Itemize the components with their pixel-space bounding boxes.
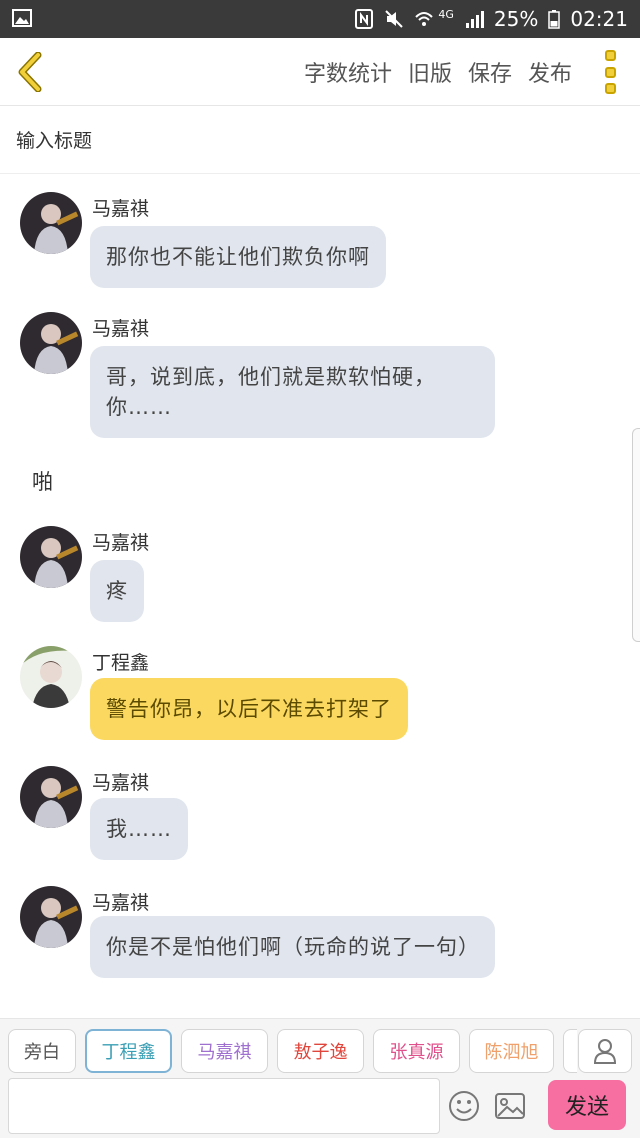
narration-text[interactable]: 啪 bbox=[32, 466, 53, 496]
role-narrator[interactable]: 旁白 bbox=[8, 1029, 76, 1073]
picture-icon[interactable] bbox=[494, 1092, 526, 1120]
message-input[interactable] bbox=[8, 1078, 440, 1134]
save-button[interactable]: 保存 bbox=[468, 56, 512, 88]
role-label: 敖子逸 bbox=[293, 1042, 348, 1063]
chat-area[interactable]: 马嘉祺 那你也不能让他们欺负你啊 马嘉祺 哥，说到底，他们就是欺软怕硬，你…… … bbox=[0, 174, 640, 1008]
input-bar: 发送 bbox=[0, 1076, 640, 1138]
old-version-button[interactable]: 旧版 bbox=[408, 56, 452, 88]
role-label: 旁白 bbox=[24, 1042, 60, 1063]
avatar bbox=[20, 886, 82, 948]
message-bubble[interactable]: 警告你昂，以后不准去打架了 bbox=[90, 678, 408, 740]
publish-button[interactable]: 发布 bbox=[528, 56, 572, 88]
role-ao-ziyi[interactable]: 敖子逸 bbox=[277, 1029, 364, 1073]
speaker-name: 马嘉祺 bbox=[92, 198, 150, 220]
avatar bbox=[20, 192, 82, 254]
role-label: 丁程鑫 bbox=[101, 1042, 156, 1063]
speaker-name: 马嘉祺 bbox=[92, 772, 150, 794]
avatar bbox=[20, 312, 82, 374]
title-row bbox=[0, 106, 640, 174]
mute-icon bbox=[385, 10, 404, 28]
user-icon bbox=[593, 1039, 617, 1064]
speaker-name: 马嘉祺 bbox=[92, 892, 150, 914]
avatar bbox=[20, 646, 82, 708]
image-icon bbox=[12, 9, 32, 27]
role-zhang-zhenyuan[interactable]: 张真源 bbox=[373, 1029, 460, 1073]
nfc-icon bbox=[355, 9, 374, 29]
scroll-handle[interactable] bbox=[632, 428, 640, 642]
role-selector: 旁白 丁程鑫 马嘉祺 敖子逸 张真源 陈泗旭 bbox=[0, 1018, 640, 1078]
speaker-name: 马嘉祺 bbox=[92, 532, 150, 554]
editor-toolbar: 字数统计 旧版 保存 发布 bbox=[0, 38, 640, 106]
battery-percent: 25% bbox=[493, 7, 539, 31]
back-chevron-icon bbox=[18, 52, 42, 92]
role-overflow[interactable] bbox=[563, 1029, 577, 1073]
role-label: 张真源 bbox=[389, 1042, 444, 1063]
message-bubble[interactable]: 哥，说到底，他们就是欺软怕硬，你…… bbox=[90, 346, 495, 438]
speaker-name: 丁程鑫 bbox=[92, 652, 150, 674]
role-chen-sixu[interactable]: 陈泗旭 bbox=[469, 1029, 554, 1073]
message-bubble[interactable]: 我…… bbox=[90, 798, 188, 860]
message-bubble[interactable]: 疼 bbox=[90, 560, 144, 622]
role-label: 陈泗旭 bbox=[484, 1042, 539, 1063]
send-button[interactable]: 发送 bbox=[548, 1080, 626, 1130]
word-count-button[interactable]: 字数统计 bbox=[304, 56, 392, 88]
avatar bbox=[20, 766, 82, 828]
role-label: 马嘉祺 bbox=[197, 1042, 252, 1063]
message-bubble[interactable]: 你是不是怕他们啊（玩命的说了一句） bbox=[90, 916, 495, 978]
title-input[interactable] bbox=[16, 126, 616, 156]
speaker-name: 马嘉祺 bbox=[92, 318, 150, 340]
back-button[interactable] bbox=[10, 48, 50, 96]
add-role-button[interactable] bbox=[578, 1029, 632, 1073]
wifi-icon bbox=[415, 12, 434, 26]
role-ma-jiaqi[interactable]: 马嘉祺 bbox=[181, 1029, 268, 1073]
battery-icon bbox=[548, 10, 561, 29]
signal-icon bbox=[465, 11, 484, 28]
message-bubble[interactable]: 那你也不能让他们欺负你啊 bbox=[90, 226, 386, 288]
clock: 02:21 bbox=[570, 7, 628, 31]
more-icon[interactable] bbox=[598, 50, 622, 94]
emoji-icon[interactable] bbox=[448, 1090, 480, 1122]
network-label: 4G bbox=[438, 7, 454, 21]
status-bar: 4G 25% 02:21 bbox=[0, 0, 640, 38]
role-ding-chengxin[interactable]: 丁程鑫 bbox=[85, 1029, 172, 1073]
avatar bbox=[20, 526, 82, 588]
